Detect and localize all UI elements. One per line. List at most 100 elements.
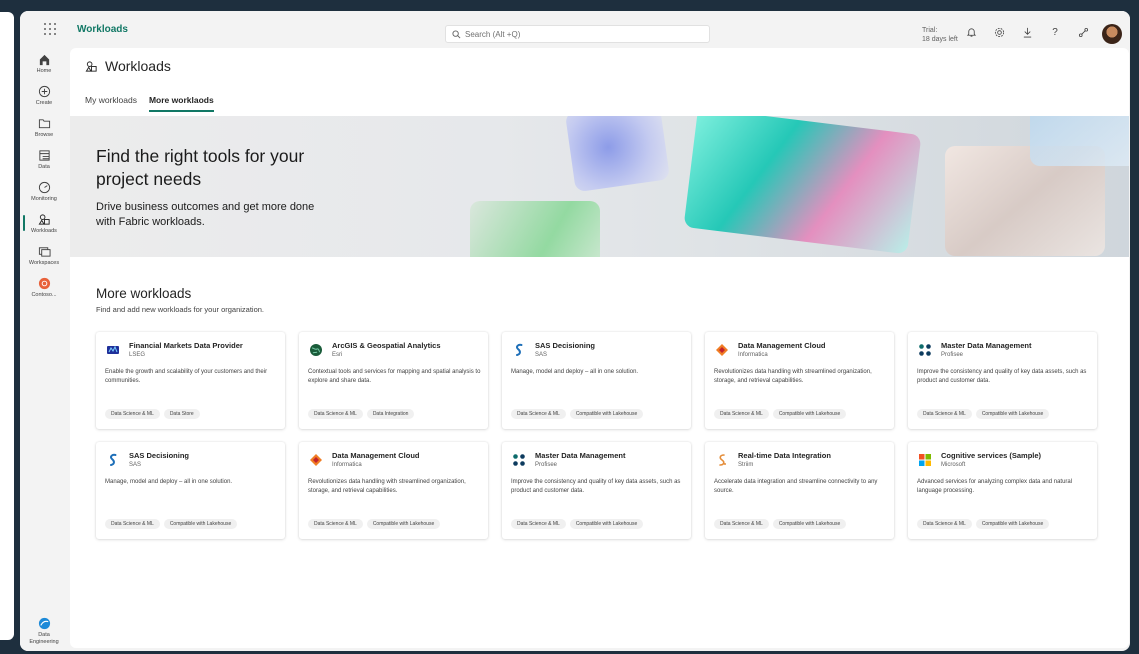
- trial-label: Trial:: [922, 27, 938, 34]
- card-title: Real-time Data Integration: [738, 451, 831, 460]
- tab-more-workloads[interactable]: More worklaods: [148, 95, 214, 112]
- tag: Compatible with Lakehouse: [772, 409, 847, 419]
- sidebar-item-monitoring[interactable]: Monitoring: [20, 181, 68, 202]
- monitor-icon: [38, 181, 50, 194]
- card-publisher: SAS: [535, 352, 548, 358]
- workloads-icon: [85, 60, 97, 72]
- workload-card[interactable]: Master Data Management Profisee Improve …: [908, 332, 1097, 429]
- card-description: Advanced services for analyzing complex …: [917, 479, 1073, 494]
- background-window-edge: [0, 12, 14, 640]
- tag: Compatible with Lakehouse: [975, 519, 1050, 529]
- profisee-icon: [919, 344, 931, 356]
- tab-my-workloads[interactable]: My workloads: [85, 95, 137, 112]
- card-description: Revolutionizes data handling with stream…: [308, 479, 466, 494]
- tag: Data Science & ML: [511, 519, 566, 529]
- lseg-icon: [107, 345, 119, 354]
- informatica-icon: [310, 454, 322, 466]
- card-publisher: Informatica: [332, 462, 362, 468]
- app-title[interactable]: Workloads: [77, 24, 128, 35]
- sidebar-item-contoso[interactable]: Contoso...: [20, 277, 68, 298]
- section-title: More workloads: [96, 286, 192, 301]
- sidebar-item-label: Data: [38, 164, 50, 170]
- folder-icon: [38, 119, 50, 129]
- tag: Data Science & ML: [511, 409, 566, 419]
- workload-card[interactable]: Data Management Cloud Informatica Revolu…: [299, 442, 488, 539]
- card-title: SAS Decisioning: [535, 341, 596, 350]
- workload-card[interactable]: Cognitive services (Sample) Microsoft Ad…: [908, 442, 1097, 539]
- hero-banner: Find the right tools for your project ne…: [70, 116, 1129, 257]
- workload-card[interactable]: Master Data Management Profisee Improve …: [502, 442, 691, 539]
- home-icon: [39, 54, 49, 66]
- tab-bar: My workloads More worklaods: [85, 95, 214, 112]
- card-description: Revolutionizes data handling with stream…: [714, 369, 872, 384]
- page-title: Workloads: [105, 58, 171, 74]
- avatar[interactable]: [1102, 24, 1122, 44]
- workload-card[interactable]: Data Management Cloud Informatica Revolu…: [705, 332, 894, 429]
- card-title: Cognitive services (Sample): [941, 451, 1042, 460]
- download-icon[interactable]: [1020, 25, 1034, 39]
- experience-label-line2: Engineering: [29, 639, 59, 645]
- card-description: Manage, model and deploy – all in one so…: [105, 479, 233, 485]
- banner-decoration: [683, 116, 922, 255]
- page-header: Workloads: [85, 58, 171, 74]
- bell-icon[interactable]: [964, 25, 978, 39]
- card-title: Data Management Cloud: [332, 451, 420, 460]
- banner-subtext: Drive business outcomes and get more don…: [96, 201, 315, 228]
- tag: Data Science & ML: [714, 409, 769, 419]
- tag: Compatible with Lakehouse: [975, 409, 1050, 419]
- help-icon[interactable]: ?: [1048, 25, 1062, 39]
- app-launcher-button[interactable]: [20, 11, 80, 47]
- sidebar-item-browse[interactable]: Browse: [20, 117, 68, 138]
- share-icon[interactable]: [1076, 25, 1090, 39]
- card-description: Accelerate data integration and streamli…: [714, 479, 878, 494]
- sidebar-item-data[interactable]: Data: [20, 149, 68, 170]
- section-subtitle: Find and add new workloads for your orga…: [96, 305, 265, 314]
- tag: Compatible with Lakehouse: [569, 519, 644, 529]
- sidebar-item-label: Home: [36, 68, 52, 74]
- sidebar-item-label: Contoso...: [31, 292, 57, 298]
- card-description: Enable the growth and scalability of you…: [105, 369, 268, 384]
- profisee-icon: [513, 454, 525, 466]
- experience-switcher[interactable]: Data Engineering: [20, 617, 68, 646]
- workload-card[interactable]: SAS Decisioning SAS Manage, model and de…: [96, 442, 285, 539]
- banner-headline: Find the right tools for your project ne…: [96, 146, 305, 189]
- experience-label-line1: Data: [38, 632, 50, 638]
- workloads-icon: [38, 214, 50, 225]
- card-title: Financial Markets Data Provider: [129, 341, 243, 350]
- card-publisher: Profisee: [535, 462, 558, 468]
- tag: Data Science & ML: [105, 519, 160, 529]
- sidebar-item-label: Workspaces: [28, 260, 60, 266]
- workload-card[interactable]: ArcGIS & Geospatial Analytics Esri Conte…: [299, 332, 488, 429]
- app-window: Workloads Search (Alt +Q) Trial: 18 days…: [20, 11, 1130, 651]
- sidebar-item-label: Monitoring: [31, 196, 57, 202]
- card-publisher: Profisee: [941, 352, 964, 358]
- striim-icon: [719, 454, 726, 466]
- tag: Data Integration: [366, 409, 415, 419]
- search-placeholder: Search (Alt +Q): [465, 29, 521, 39]
- sidebar-item-create[interactable]: Create: [20, 85, 68, 106]
- sidebar-item-workloads[interactable]: Workloads: [20, 213, 68, 234]
- banner-decoration: [564, 116, 671, 193]
- card-title: Master Data Management: [941, 341, 1032, 350]
- sidebar-item-home[interactable]: Home: [20, 53, 68, 74]
- card-publisher: LSEG: [129, 352, 146, 358]
- sidebar-item-label: Create: [35, 100, 53, 106]
- search-input[interactable]: Search (Alt +Q): [445, 25, 710, 43]
- workload-card[interactable]: SAS Decisioning SAS Manage, model and de…: [502, 332, 691, 429]
- gear-icon[interactable]: [992, 25, 1006, 39]
- trial-status: Trial: 18 days left: [922, 26, 958, 44]
- sidebar-item-label: Browse: [34, 132, 54, 138]
- data-hub-icon: [38, 150, 50, 161]
- workload-card[interactable]: Financial Markets Data Provider LSEG Ena…: [96, 332, 285, 429]
- sidebar-item-workspaces[interactable]: Workspaces: [20, 245, 68, 266]
- tag: Compatible with Lakehouse: [772, 519, 847, 529]
- card-publisher: Striim: [738, 462, 754, 468]
- sas-icon: [516, 343, 523, 356]
- workload-card[interactable]: Real-time Data Integration Striim Accele…: [705, 442, 894, 539]
- card-description: Contextual tools and services for mappin…: [308, 369, 481, 384]
- tag: Compatible with Lakehouse: [366, 519, 441, 529]
- sidebar-item-label: Workloads: [31, 228, 57, 234]
- trial-days-left: 18 days left: [922, 36, 958, 43]
- tag: Data Science & ML: [105, 409, 160, 419]
- main-content: Workloads My workloads More worklaods Fi…: [70, 48, 1129, 648]
